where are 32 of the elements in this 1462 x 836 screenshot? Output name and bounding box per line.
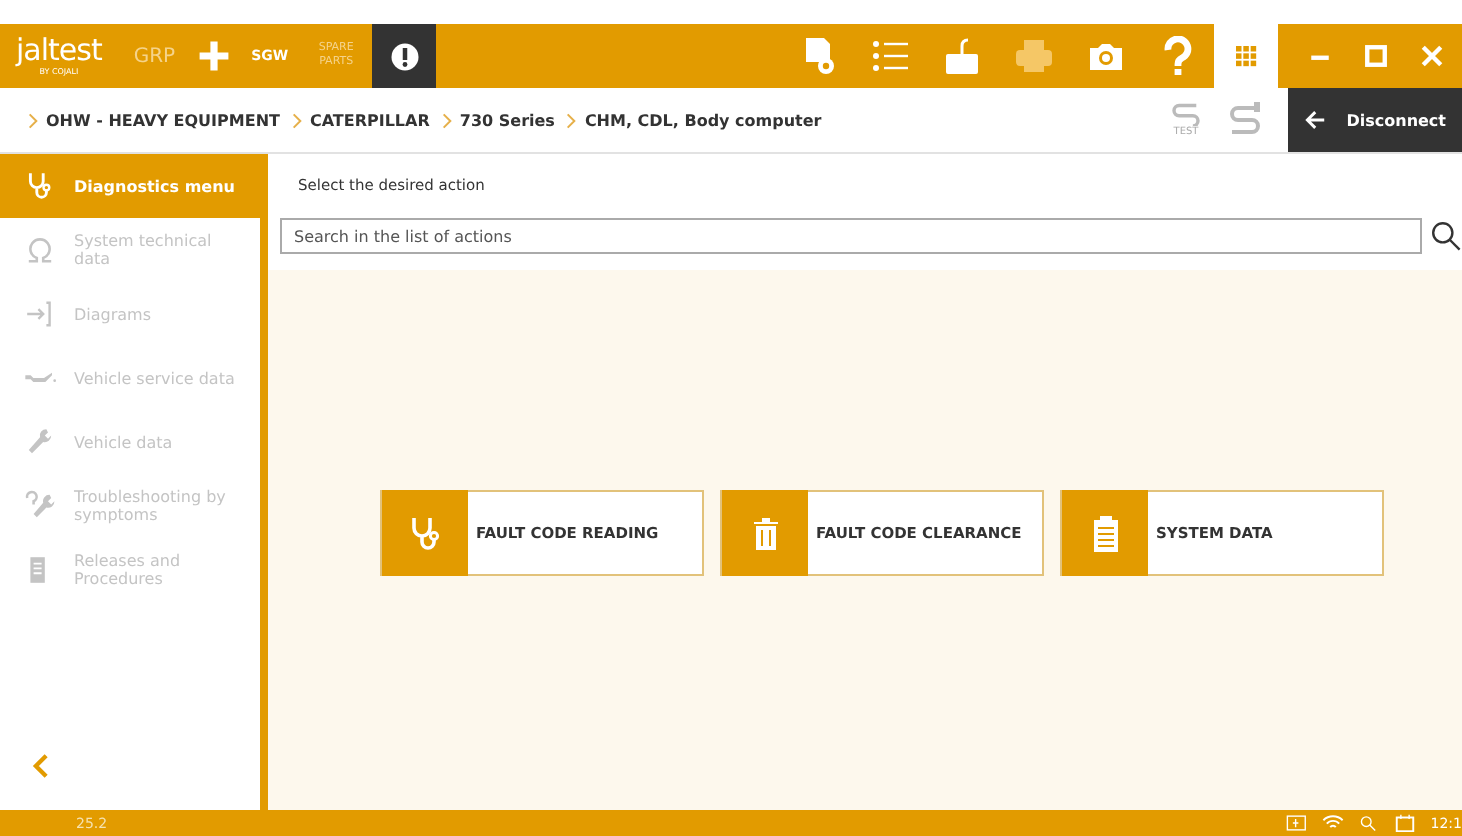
alert-button[interactable] [372, 24, 437, 88]
stethoscope-icon [24, 170, 56, 202]
breadcrumb-link[interactable]: CHM, CDL, Body computer [584, 111, 822, 129]
exclamation-icon [389, 41, 420, 71]
search-field[interactable]: Search in the list of actions [280, 218, 1422, 254]
close-icon[interactable] [1418, 42, 1446, 70]
search-icon[interactable] [1430, 220, 1462, 252]
battery-icon[interactable] [1286, 814, 1309, 832]
calendar-icon[interactable] [1394, 814, 1417, 832]
chevron-icon [566, 111, 577, 129]
wifi-icon[interactable] [1322, 814, 1345, 832]
apps-grid-icon[interactable] [1235, 45, 1257, 67]
wrench-question-icon [24, 490, 56, 522]
connector-icon [24, 298, 56, 330]
chevron-icon [28, 111, 38, 129]
module-button[interactable]: GRP [121, 45, 188, 67]
wrench-icon [24, 426, 56, 458]
maximize-icon[interactable] [1362, 42, 1390, 70]
printer-icon[interactable] [1014, 36, 1054, 76]
keyboard-icon[interactable] [942, 36, 982, 76]
breadcrumb-link[interactable]: OHW - HEAVY EQUIPMENT [46, 111, 280, 129]
cable-icon[interactable] [1224, 100, 1264, 140]
breadcrumb-link[interactable]: CATERPILLAR [309, 111, 430, 129]
omega-icon [24, 234, 56, 266]
chevron-icon [441, 111, 452, 129]
chevron-left-icon[interactable] [32, 754, 50, 778]
breadcrumb-link[interactable]: 730 Series [459, 111, 555, 129]
list-icon[interactable] [870, 36, 910, 76]
plus-icon[interactable] [195, 38, 232, 74]
disconnect-button[interactable]: Disconnect [1288, 88, 1462, 152]
chevron-icon [291, 111, 302, 129]
sidebar-item[interactable]: Diagnostics menu [0, 154, 260, 218]
